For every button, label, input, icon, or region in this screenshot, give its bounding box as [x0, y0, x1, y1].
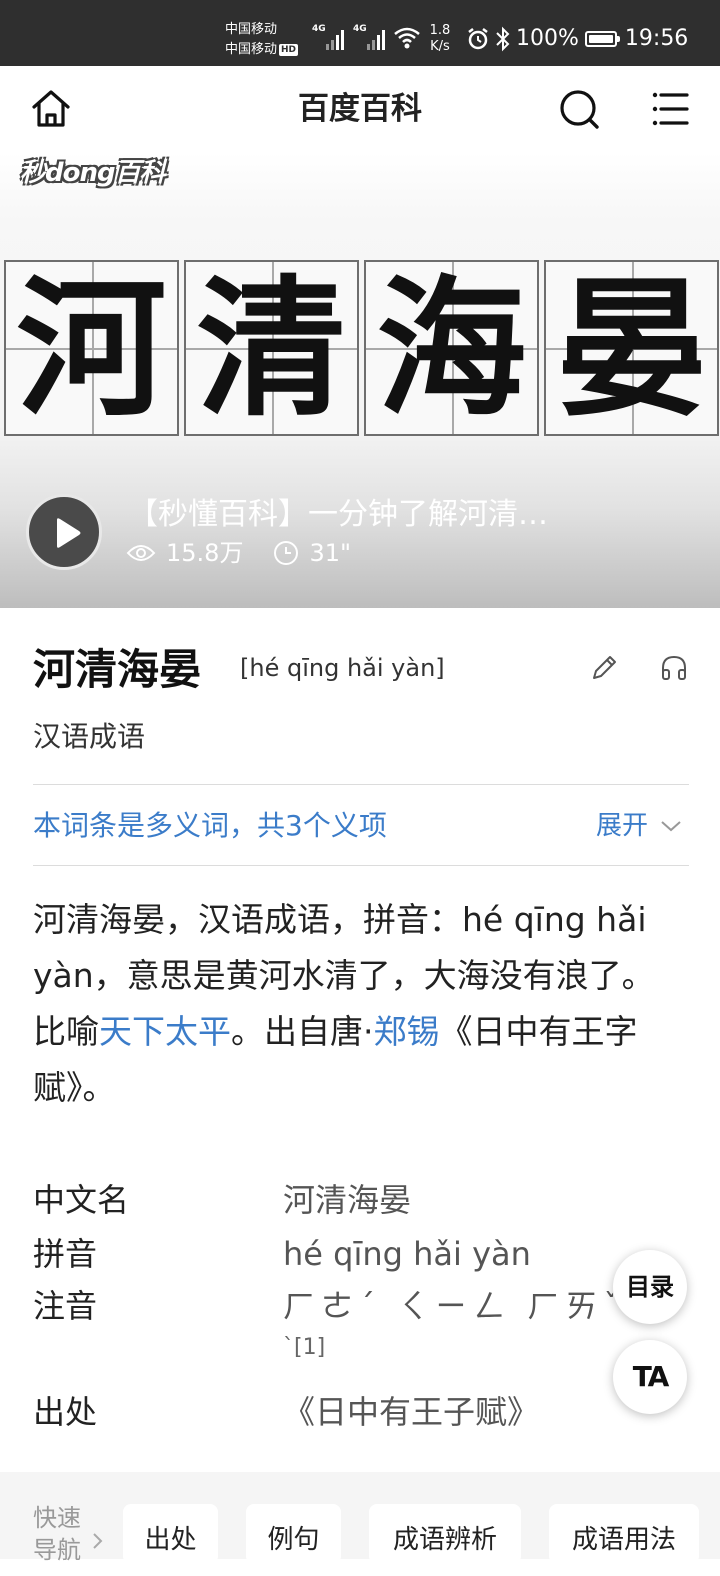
character: 清 [196, 263, 347, 437]
page-title: 百度百科 [298, 91, 422, 127]
battery-icon [584, 31, 620, 47]
app-header: 百度百科 [0, 66, 720, 153]
quick-nav-label: 快速导航 [33, 1504, 81, 1564]
quick-nav-chip-examples[interactable]: 例句 [246, 1504, 341, 1564]
carrier-2: 中国移动 [225, 42, 278, 57]
video-meta: 15.8万 31" [126, 537, 381, 569]
edit-icon[interactable] [588, 652, 620, 684]
expand-button[interactable]: 展开 [596, 806, 682, 846]
entry-title: 河清海晏 [33, 645, 202, 694]
table-of-contents-button[interactable]: 目录 [613, 1250, 687, 1324]
video-banner[interactable]: 秒dong百科 河 清 海 晏 【秒懂百科】一分钟了解河清… 15.8万 31" [0, 152, 720, 608]
carrier-1: 中国移动 [225, 22, 278, 37]
summary-text: 。出自唐· [231, 1012, 374, 1051]
quick-nav-chip-usage[interactable]: 成语用法 [549, 1504, 699, 1564]
character: 河 [16, 263, 167, 437]
bluetooth-icon [496, 26, 510, 52]
miaodong-logo: 秒dong百科 [20, 158, 166, 188]
status-right: 100% 19:56 [466, 24, 688, 54]
expand-label: 展开 [596, 811, 649, 841]
polysemy-notice[interactable]: 本词条是多义词，共3个义项 [33, 806, 387, 846]
info-label-source: 出处 [33, 1393, 98, 1431]
play-button[interactable] [26, 494, 102, 570]
info-value-pinyin: hé qīng hǎi yàn [283, 1235, 531, 1273]
battery-percent: 100% [516, 26, 579, 51]
entry-summary: 河清海晏，汉语成语，拼音：hé qīng hǎi yàn，意思是黄河水清了，大海… [33, 892, 683, 1116]
alarm-icon [468, 28, 488, 50]
character-cell: 清 [184, 260, 359, 436]
link-tianxia-taiping[interactable]: 天下太平 [99, 1012, 231, 1051]
headphones-icon[interactable] [658, 652, 690, 684]
character: 海 [376, 263, 527, 437]
divider [33, 865, 689, 866]
wifi-icon [394, 27, 420, 49]
info-value-source: 《日中有王子赋》 [283, 1393, 540, 1431]
play-icon [57, 518, 81, 548]
info-label-zhuyin: 注音 [33, 1287, 98, 1325]
character: 晏 [556, 263, 707, 437]
eye-icon [126, 545, 156, 561]
quick-nav-bar: 快速导航 出处 例句 成语辨析 成语用法 [0, 1472, 720, 1564]
character-grid: 河 清 海 晏 [4, 260, 720, 436]
quick-nav-chip-source[interactable]: 出处 [123, 1504, 218, 1564]
link-zheng-xi[interactable]: 郑锡 [374, 1012, 440, 1051]
zhuyin-citation[interactable]: ˋ[1] [283, 1332, 325, 1364]
clock-icon [274, 541, 299, 565]
search-icon[interactable] [556, 86, 602, 132]
video-duration: 31" [309, 539, 352, 567]
view-count: 15.8万 [166, 539, 244, 567]
info-value-zhuyin: ㄏㄜˊ ㄑㄧㄥ ㄏㄞˇ ㄧㄢ [283, 1287, 613, 1325]
network-speed: 1.8 K/s [425, 23, 455, 55]
status-bar: 中国移动 中国移动 HD 4G 4G 1.8 K/s 100% 19:56 [0, 0, 720, 66]
menu-icon[interactable] [646, 86, 692, 132]
divider [33, 784, 689, 785]
info-label-chinese-name: 中文名 [33, 1181, 130, 1219]
speed-value: 1.8 [429, 23, 451, 38]
network-type-2: 4G [353, 24, 367, 34]
quick-nav-chip-analysis[interactable]: 成语辨析 [369, 1504, 521, 1564]
character-cell: 河 [4, 260, 179, 436]
ta-button[interactable]: TA [613, 1340, 687, 1414]
chevron-down-icon [661, 821, 681, 832]
carrier-info: 中国移动 中国移动 HD [225, 20, 299, 60]
info-label-pinyin: 拼音 [33, 1235, 98, 1273]
chevron-right-icon [93, 1533, 103, 1549]
info-value-chinese-name: 河清海晏 [283, 1181, 412, 1219]
character-cell: 晏 [544, 260, 719, 436]
entry-subtitle: 汉语成语 [33, 720, 146, 753]
entry-pinyin: [hé qīng hǎi yàn] [240, 654, 445, 682]
hd-badge: HD [279, 43, 299, 56]
clock: 19:56 [624, 26, 689, 51]
network-type-1: 4G [312, 24, 326, 34]
video-title[interactable]: 【秒懂百科】一分钟了解河清… [128, 495, 608, 535]
character-cell: 海 [364, 260, 539, 436]
speed-unit: K/s [430, 39, 450, 54]
